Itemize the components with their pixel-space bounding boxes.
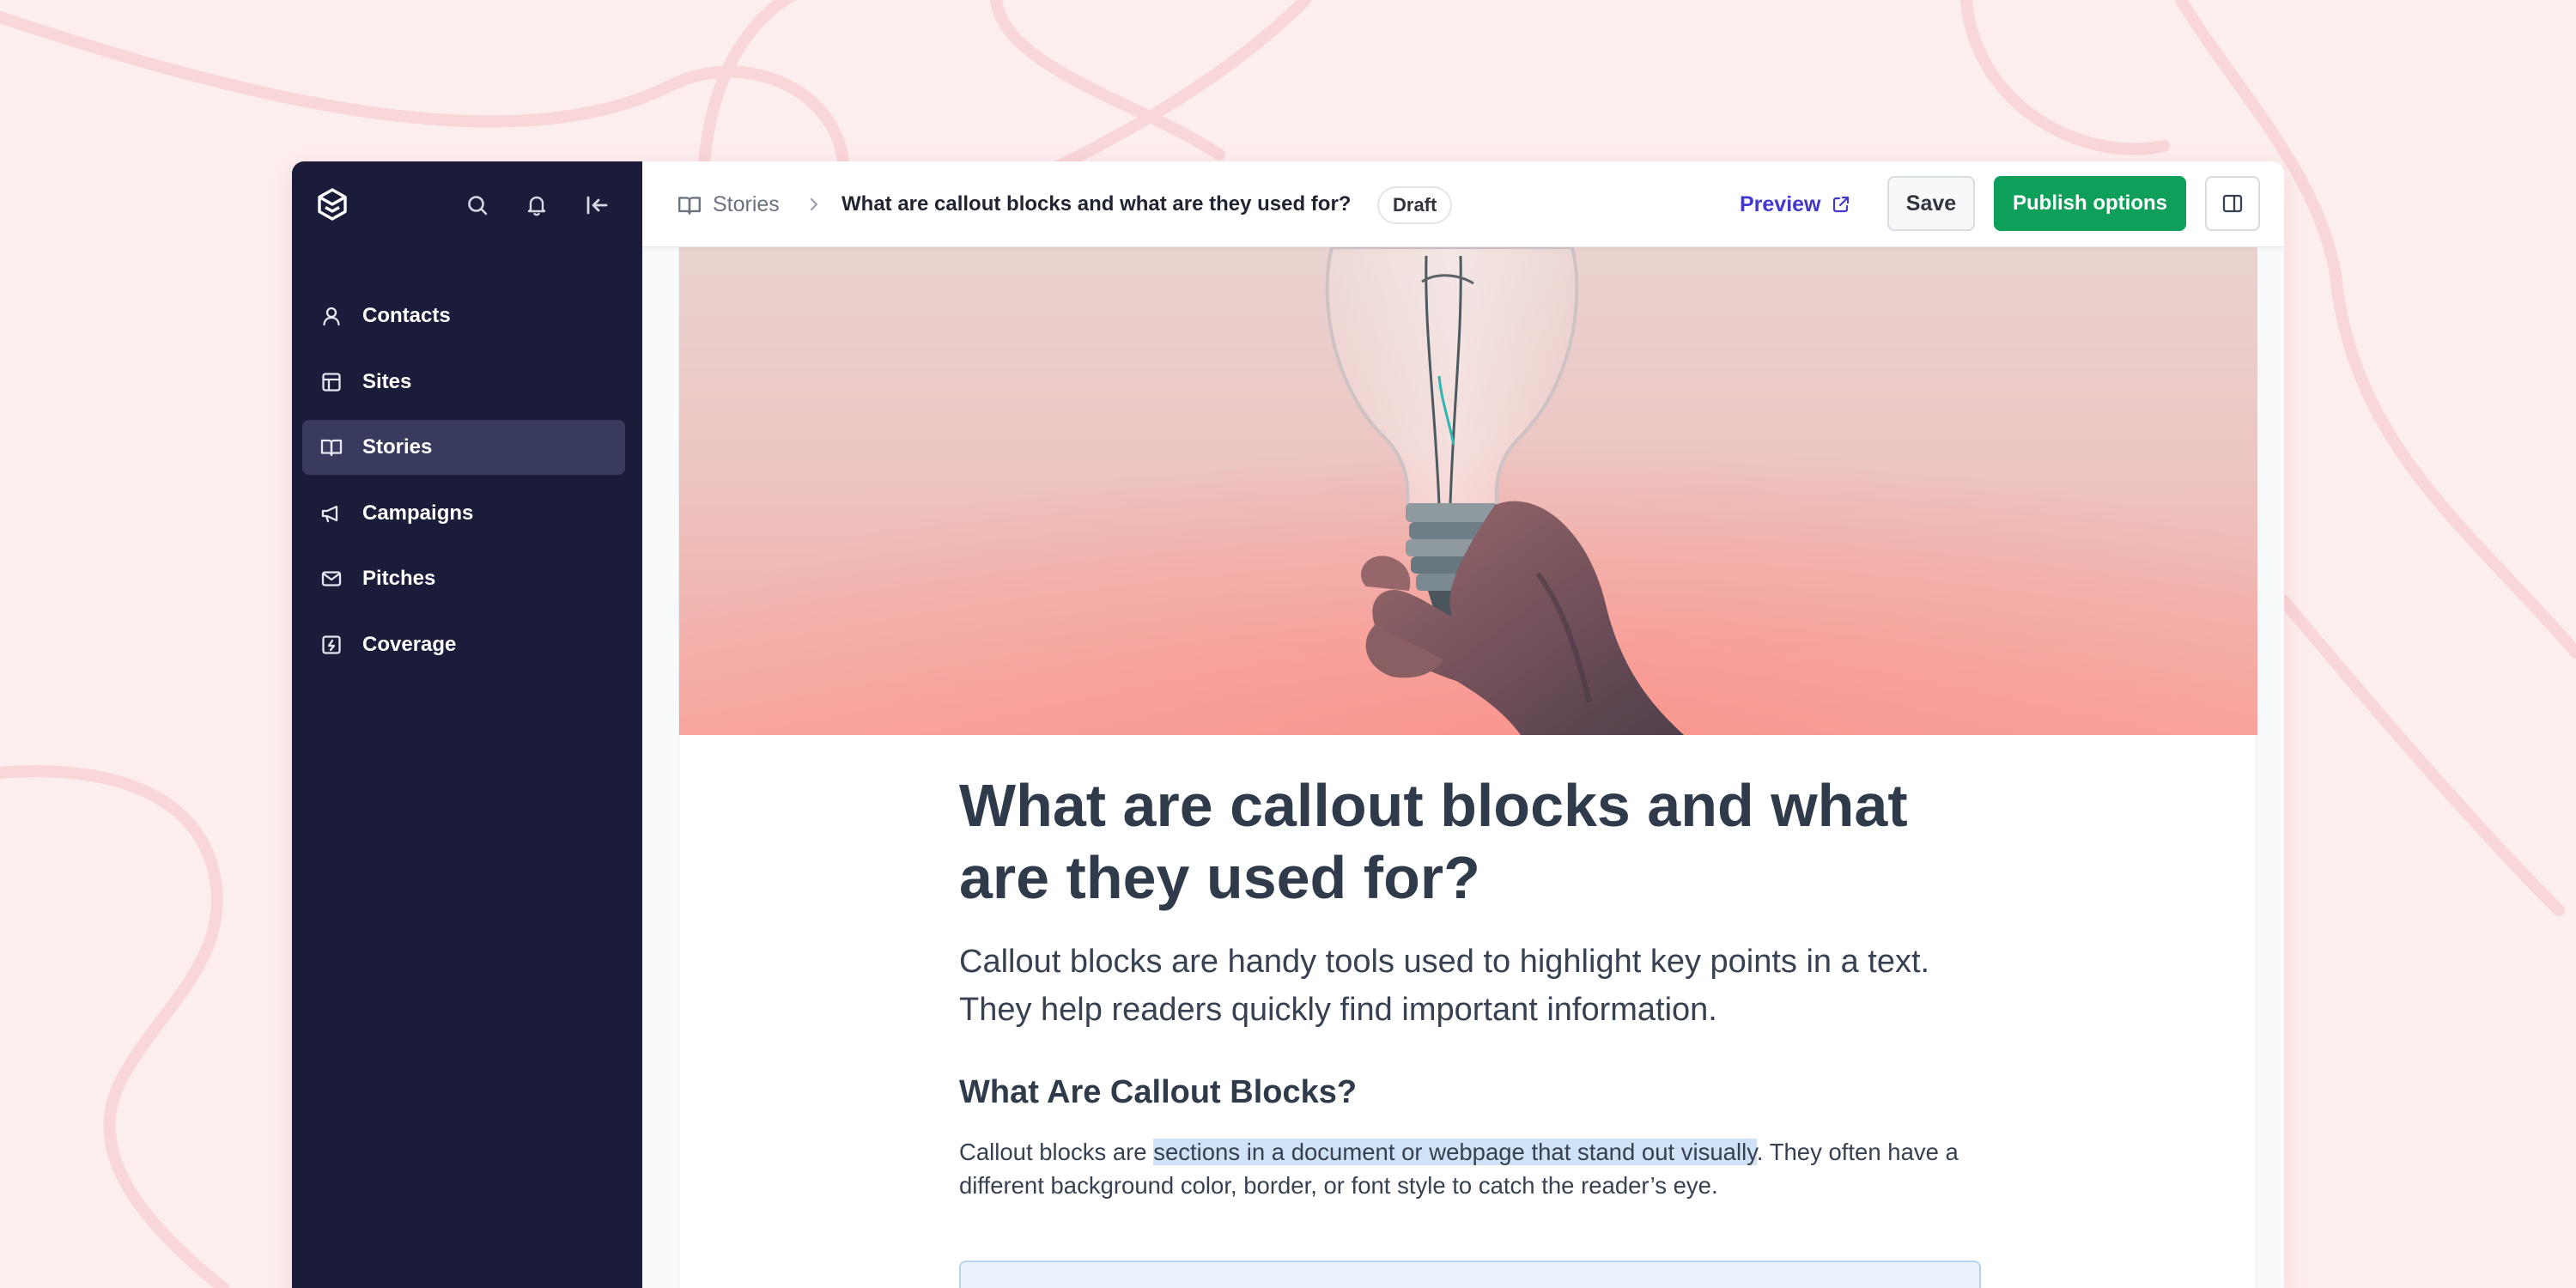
article-lead[interactable]: Callout blocks are handy tools used to h… xyxy=(959,938,1990,1034)
sidebar: Contacts Sites Stories Campaigns Pitches… xyxy=(292,161,642,1288)
megaphone-icon xyxy=(319,501,343,526)
paragraph-text: Callout blocks are xyxy=(959,1139,1154,1165)
sidebar-item-label: Campaigns xyxy=(362,501,474,525)
app-window: Contacts Sites Stories Campaigns Pitches… xyxy=(292,161,2284,1288)
coverage-icon xyxy=(319,633,343,657)
side-panel-icon xyxy=(2222,194,2243,213)
sidebar-item-label: Coverage xyxy=(362,632,457,656)
sidebar-item-stories[interactable]: Stories xyxy=(302,420,625,475)
sidebar-header xyxy=(292,161,642,247)
sidebar-item-coverage[interactable]: Coverage xyxy=(302,617,625,672)
sidebar-item-pitches[interactable]: Pitches xyxy=(302,551,625,606)
mail-icon xyxy=(319,567,343,591)
article-title[interactable]: What are callout blocks and what are the… xyxy=(959,769,1990,914)
sidebar-item-sites[interactable]: Sites xyxy=(302,355,625,410)
layout-icon xyxy=(319,370,343,394)
breadcrumb-stories-link[interactable]: Stories xyxy=(713,191,780,218)
status-badge: Draft xyxy=(1377,186,1453,224)
article-paragraph[interactable]: Callout blocks are sections in a documen… xyxy=(959,1135,1990,1202)
search-icon[interactable] xyxy=(461,189,494,222)
selected-text-highlight[interactable]: sections in a document or webpage that s… xyxy=(1153,1139,1757,1165)
sidebar-item-label: Sites xyxy=(362,369,412,393)
breadcrumb-current-title: What are callout blocks and what are the… xyxy=(841,192,1352,216)
sidebar-item-label: Pitches xyxy=(362,567,436,590)
collapse-sidebar-icon[interactable] xyxy=(580,189,613,222)
toggle-side-panel-button[interactable] xyxy=(2205,176,2260,231)
preview-label: Preview xyxy=(1740,192,1821,216)
hero-image[interactable] xyxy=(679,247,2257,735)
external-link-icon xyxy=(1832,196,1849,213)
sidebar-item-contacts[interactable]: Contacts xyxy=(302,289,625,343)
logo-icon[interactable] xyxy=(313,185,352,225)
story-page: What are callout blocks and what are the… xyxy=(678,247,2257,1288)
book-open-icon xyxy=(319,435,343,459)
sidebar-item-campaigns[interactable]: Campaigns xyxy=(302,486,625,541)
section-heading[interactable]: What Are Callout Blocks? xyxy=(959,1072,1357,1113)
sidebar-item-label: Contacts xyxy=(362,304,451,327)
chevron-right-icon xyxy=(810,197,818,211)
user-icon xyxy=(319,304,343,328)
sidebar-nav: Contacts Sites Stories Campaigns Pitches… xyxy=(302,289,625,683)
book-open-icon xyxy=(678,197,701,215)
callout-block[interactable] xyxy=(959,1261,1981,1288)
top-bar: Stories What are callout blocks and what… xyxy=(642,161,2284,247)
bell-icon[interactable] xyxy=(520,189,553,222)
save-button[interactable]: Save xyxy=(1887,176,1975,231)
editor-area: What are callout blocks and what are the… xyxy=(642,247,2284,1288)
sidebar-item-label: Stories xyxy=(362,435,433,459)
publish-options-button[interactable]: Publish options xyxy=(1994,176,2186,231)
preview-link[interactable]: Preview xyxy=(1740,191,1850,218)
